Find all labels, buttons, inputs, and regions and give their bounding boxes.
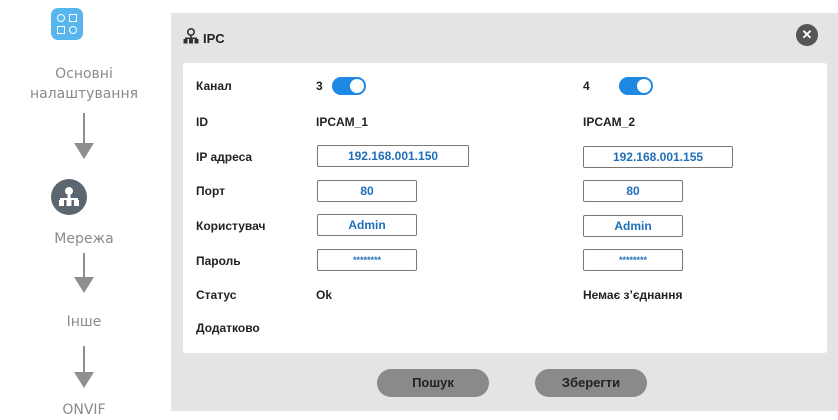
step-other-label[interactable]: Інше — [0, 312, 168, 332]
label-extra[interactable]: Додатково — [196, 321, 260, 335]
password-field[interactable]: ******** — [583, 249, 683, 271]
label-id: ID — [196, 115, 208, 129]
status-text: Ok — [316, 288, 333, 302]
label-ip: IP адреса — [196, 150, 253, 164]
search-button[interactable]: Пошук — [377, 369, 489, 397]
status-text: Немає з’єднання — [583, 288, 683, 302]
network-icon — [183, 27, 199, 44]
network-icon[interactable] — [51, 179, 87, 215]
channel-number: 4 — [583, 79, 590, 93]
ipc-settings-panel: Канал ID IP адреса Порт Користувач Парол… — [183, 63, 827, 353]
close-icon[interactable]: ✕ — [796, 24, 818, 46]
port-field[interactable]: 80 — [317, 180, 417, 202]
settings-grid-icon[interactable] — [51, 8, 83, 40]
user-field[interactable]: Admin — [317, 214, 417, 236]
step-basic-line2: налаштування — [29, 86, 139, 102]
password-field[interactable]: ******** — [317, 249, 417, 271]
step-network-label[interactable]: Мережа — [0, 229, 168, 249]
channel-enable-toggle[interactable] — [332, 77, 366, 95]
ipc-dialog: IPC ✕ Канал ID IP адреса Порт Користувач… — [171, 13, 838, 411]
camera-id: IPCAM_1 — [316, 115, 369, 129]
step-basic-line1: Основні — [55, 66, 113, 82]
channel-enable-toggle[interactable] — [619, 77, 653, 95]
step-basic-settings-label[interactable]: Основні налаштування — [0, 64, 168, 104]
dialog-title: IPC — [203, 31, 225, 46]
camera-id: IPCAM_2 — [583, 115, 636, 129]
label-port: Порт — [196, 184, 226, 198]
ip-address-field[interactable]: 192.168.001.155 — [583, 146, 733, 168]
step-onvif-label[interactable]: ONVIF — [0, 400, 168, 420]
label-status: Статус — [196, 288, 237, 302]
user-field[interactable]: Admin — [583, 215, 683, 237]
save-button[interactable]: Зберегти — [535, 369, 647, 397]
port-field[interactable]: 80 — [583, 180, 683, 202]
ip-address-field[interactable]: 192.168.001.150 — [317, 145, 469, 167]
label-channel: Канал — [196, 79, 232, 93]
setup-wizard: Основні налаштування Мережа Інше ONVIF — [0, 0, 168, 420]
label-password: Пароль — [196, 254, 241, 268]
channel-number: 3 — [316, 79, 323, 93]
label-user: Користувач — [196, 219, 266, 233]
